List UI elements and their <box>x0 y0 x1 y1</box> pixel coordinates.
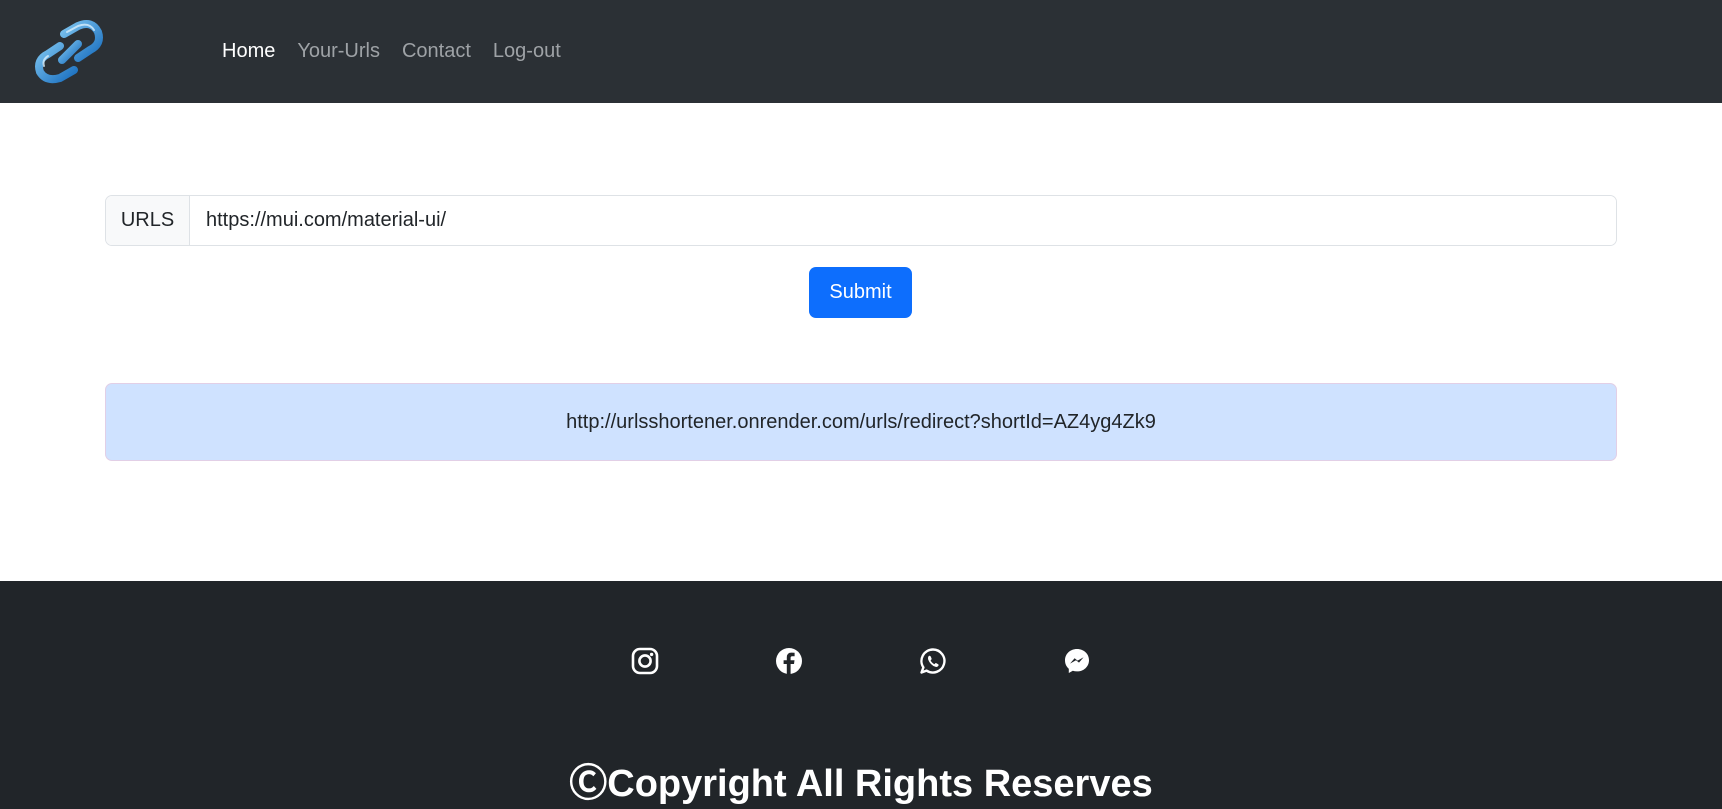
url-input-group: URLS <box>105 195 1617 246</box>
chain-link-icon[interactable] <box>34 20 106 84</box>
whatsapp-icon[interactable] <box>919 647 947 675</box>
short-url-result: http://urlsshortener.onrender.com/urls/r… <box>105 383 1617 461</box>
messenger-icon[interactable] <box>1063 647 1091 675</box>
nav-links: Home Your-Urls Contact Log-out <box>222 0 583 103</box>
submit-button[interactable]: Submit <box>809 267 912 318</box>
instagram-icon[interactable] <box>631 647 659 675</box>
urls-label: URLS <box>106 196 190 245</box>
nav-link-contact[interactable]: Contact <box>402 40 471 63</box>
nav-link-log-out[interactable]: Log-out <box>493 40 561 63</box>
nav-link-home[interactable]: Home <box>222 40 275 63</box>
url-input[interactable] <box>190 196 1616 245</box>
navbar: Home Your-Urls Contact Log-out <box>0 0 1722 103</box>
nav-link-your-urls[interactable]: Your-Urls <box>297 40 380 63</box>
short-url-text[interactable]: http://urlsshortener.onrender.com/urls/r… <box>566 411 1156 434</box>
social-links <box>0 647 1722 675</box>
facebook-icon[interactable] <box>775 647 803 675</box>
copyright-text: ⒸCopyright All Rights Reserves <box>569 763 1153 805</box>
